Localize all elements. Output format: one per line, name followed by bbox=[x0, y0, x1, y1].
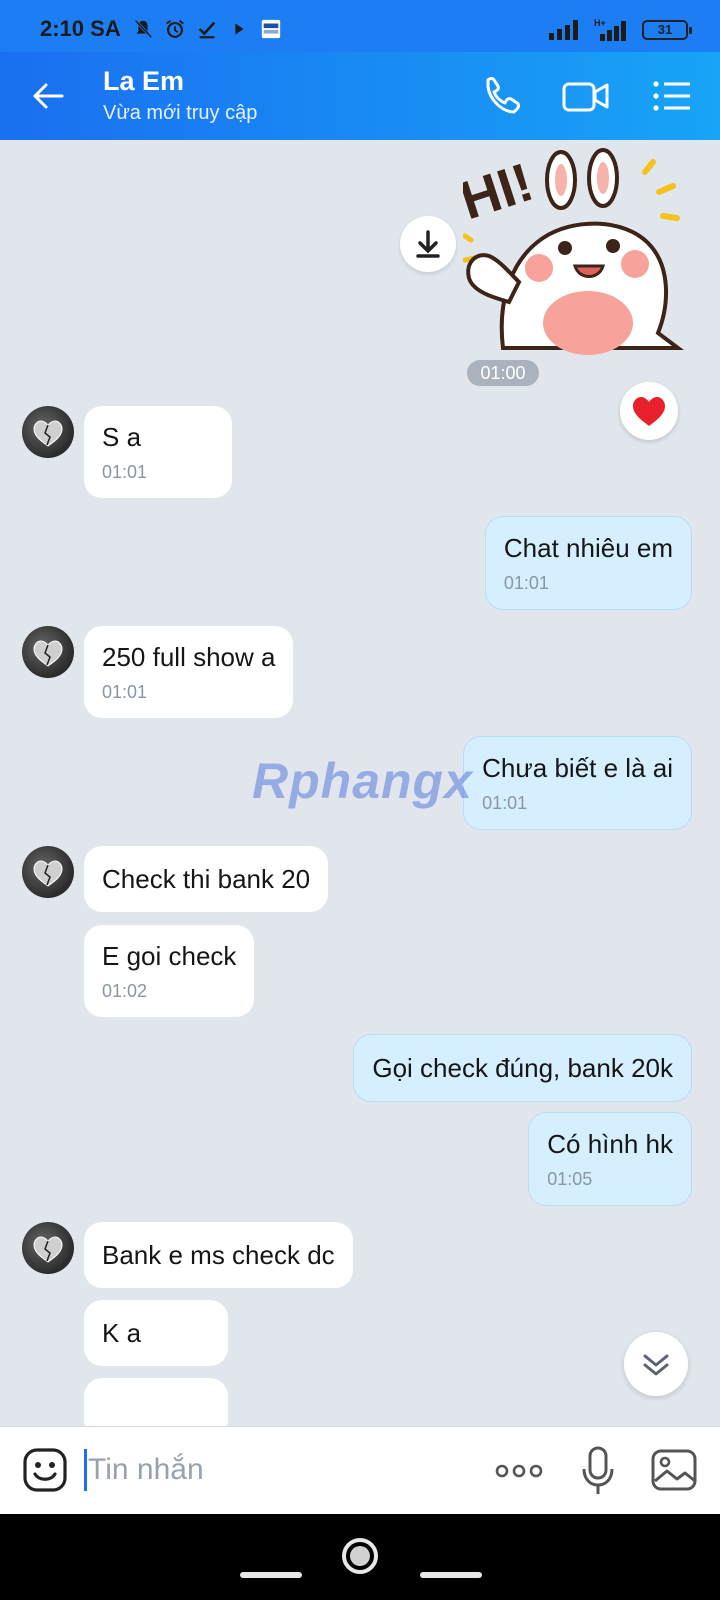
message-bubble-in[interactable]: Check thi bank 20 bbox=[84, 846, 329, 912]
message-text: S a bbox=[102, 422, 142, 452]
reaction-button[interactable] bbox=[620, 382, 678, 440]
play-icon bbox=[235, 23, 244, 35]
chat-message-list[interactable]: HI! 01:00 S a 01:01 Chat nhiêu em 01:01 … bbox=[0, 140, 720, 1426]
system-navigation-bar bbox=[0, 1514, 720, 1600]
download-sticker-button[interactable] bbox=[400, 216, 456, 272]
watermark: Rphangx bbox=[252, 753, 473, 809]
status-bar: 2:10 SA H+ 31 bbox=[0, 0, 720, 52]
signal-icon bbox=[549, 20, 578, 40]
message-text: 250 full show a bbox=[102, 642, 276, 672]
message-time: 01:01 bbox=[102, 462, 148, 482]
heart-icon bbox=[633, 397, 665, 426]
microphone-icon[interactable] bbox=[580, 1445, 616, 1497]
message-input[interactable] bbox=[88, 1445, 468, 1495]
contact-avatar[interactable] bbox=[22, 626, 74, 678]
message-time: 01:02 bbox=[102, 981, 148, 1001]
contact-avatar[interactable] bbox=[22, 1222, 74, 1274]
contact-avatar[interactable] bbox=[22, 846, 74, 898]
message-bubble-in[interactable]: K a bbox=[84, 1300, 228, 1366]
message-input-bar bbox=[0, 1426, 720, 1514]
status-system-icons: H+ 31 bbox=[548, 18, 692, 42]
status-time: 2:10 SA bbox=[40, 16, 121, 41]
message-text: K a bbox=[102, 1318, 142, 1348]
svg-text:H+: H+ bbox=[594, 18, 606, 28]
message-bubble-in[interactable]: E goi check 01:02 bbox=[84, 925, 255, 1017]
more-dots-icon[interactable] bbox=[494, 1453, 544, 1489]
message-text: E goi check bbox=[102, 941, 237, 971]
h-plus-signal-icon: H+ bbox=[594, 18, 626, 41]
message-bubble-in[interactable] bbox=[84, 1378, 228, 1426]
contact-avatar[interactable] bbox=[22, 406, 74, 458]
message-time: 01:05 bbox=[547, 1169, 593, 1189]
message-text: Check thi bank 20 bbox=[102, 864, 311, 894]
message-text: Chưa biết e là ai bbox=[482, 753, 673, 783]
battery-level: 31 bbox=[657, 22, 673, 37]
nav-back-button[interactable] bbox=[420, 1572, 482, 1578]
nav-recents-button[interactable] bbox=[240, 1572, 302, 1578]
chat-header: La Em Vừa mới truy cập bbox=[0, 52, 720, 140]
message-time: 01:01 bbox=[482, 793, 528, 813]
chevron-double-down-icon bbox=[643, 1354, 669, 1376]
status-notification-icons bbox=[132, 18, 282, 40]
back-arrow-icon[interactable] bbox=[28, 76, 68, 116]
message-bubble-out[interactable]: Chưa biết e là ai 01:01 bbox=[463, 736, 692, 830]
alarm-icon bbox=[166, 19, 184, 38]
list-menu-icon[interactable] bbox=[650, 74, 698, 118]
message-text: Gọi check đúng, bank 20k bbox=[372, 1053, 673, 1083]
message-bubble-out[interactable]: Chat nhiêu em 01:01 bbox=[484, 516, 692, 610]
acb-app-icon bbox=[261, 19, 281, 39]
image-icon[interactable] bbox=[650, 1447, 698, 1493]
bunny-hi-sticker[interactable]: HI! bbox=[463, 148, 693, 358]
message-bubble-out[interactable]: Có hình hk 01:05 bbox=[528, 1112, 692, 1206]
contact-status: Vừa mới truy cập bbox=[103, 102, 258, 124]
check-icon bbox=[198, 21, 216, 39]
contact-name[interactable]: La Em bbox=[103, 66, 184, 97]
video-camera-icon[interactable] bbox=[562, 74, 610, 118]
sticker-timestamp: 01:00 bbox=[467, 360, 539, 386]
scroll-to-bottom-button[interactable] bbox=[624, 1332, 688, 1396]
mute-icon bbox=[134, 19, 153, 39]
battery-icon: 31 bbox=[642, 20, 692, 40]
message-text: Bank e ms check dc bbox=[102, 1240, 335, 1270]
message-bubble-in[interactable]: Bank e ms check dc bbox=[84, 1222, 353, 1288]
phone-icon[interactable] bbox=[478, 74, 526, 118]
message-time: 01:01 bbox=[503, 573, 549, 593]
text-cursor bbox=[84, 1449, 87, 1491]
nav-home-button[interactable] bbox=[342, 1538, 378, 1574]
sticker-text: HI! bbox=[463, 152, 540, 231]
emoji-icon[interactable] bbox=[22, 1447, 68, 1493]
message-text: Có hình hk bbox=[547, 1129, 673, 1159]
message-text: Chat nhiêu em bbox=[503, 533, 673, 563]
message-bubble-out[interactable]: Gọi check đúng, bank 20k bbox=[353, 1034, 692, 1102]
message-time: 01:01 bbox=[102, 682, 148, 702]
message-bubble-in[interactable]: 250 full show a 01:01 bbox=[84, 626, 294, 718]
message-bubble-in[interactable]: S a 01:01 bbox=[84, 406, 232, 498]
download-icon bbox=[416, 230, 440, 258]
